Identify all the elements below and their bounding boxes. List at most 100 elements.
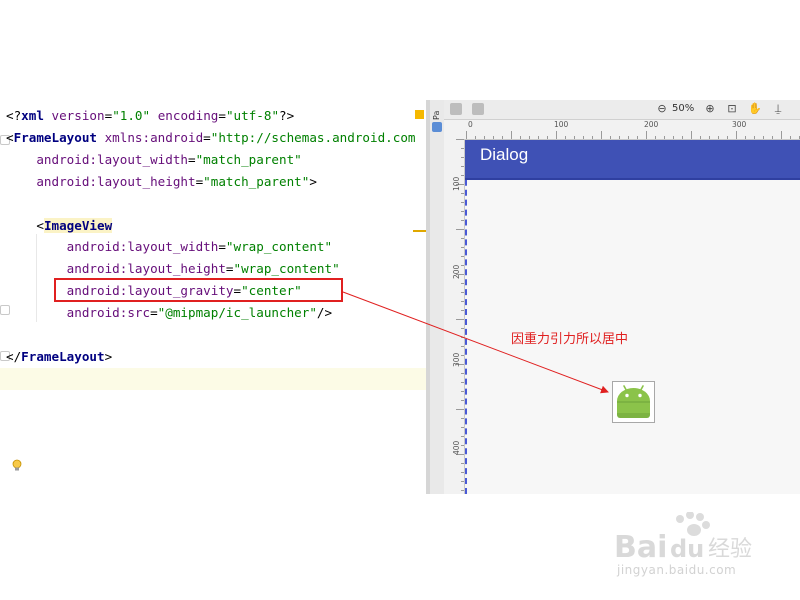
ruler-tick [461, 481, 464, 482]
ruler-tick [763, 136, 764, 139]
ruler-tick [461, 400, 464, 401]
ruler-tick [461, 472, 464, 473]
pan-hand-icon[interactable]: ✋ [748, 103, 762, 115]
code-line[interactable]: </FrameLayout> [6, 347, 112, 367]
code-line[interactable]: <FrameLayout xmlns:android="http://schem… [6, 128, 415, 148]
code-token: "match_parent" [195, 152, 302, 167]
ruler-tick [461, 445, 464, 446]
ruler-tick [736, 131, 737, 139]
ruler-tick [461, 220, 464, 221]
zoom-in-icon[interactable]: ⊕ [704, 103, 716, 115]
ruler-label: 0 [468, 120, 473, 129]
ruler-tick [461, 337, 464, 338]
ruler-tick [547, 136, 548, 139]
svg-text:经验: 经验 [708, 537, 752, 562]
blueprint-mode-icon[interactable] [472, 103, 484, 115]
code-token: xml [21, 108, 52, 123]
pin-icon[interactable]: ⍊ [772, 103, 784, 115]
code-token: FrameLayout [13, 130, 105, 145]
ruler-tick [529, 136, 530, 139]
ruler-tick [655, 136, 656, 139]
code-token: </ [6, 349, 22, 364]
code-token: android:layout_width [66, 239, 219, 254]
code-token: android:layout_height [36, 174, 196, 189]
ruler-tick [520, 136, 521, 139]
code-line[interactable]: android:layout_height="match_parent"> [6, 172, 317, 192]
code-token: "@mipmap/ic_launcher" [157, 305, 317, 320]
ruler-tick [461, 490, 464, 491]
warning-marker-icon[interactable] [415, 110, 424, 119]
device-preview-canvas[interactable] [465, 140, 800, 494]
palette-icon[interactable] [432, 122, 442, 132]
ruler-label: 200 [644, 120, 659, 129]
ruler-tick [461, 175, 464, 176]
ruler-tick [673, 136, 674, 139]
zoom-fit-icon[interactable]: ⊡ [726, 103, 738, 115]
code-line[interactable]: <ImageView [6, 216, 113, 236]
ruler-tick [745, 136, 746, 139]
ruler-tick [664, 136, 665, 139]
code-line[interactable]: android:layout_height="wrap_content" [6, 259, 340, 279]
design-mode-icon[interactable] [450, 103, 462, 115]
ruler-tick [456, 319, 464, 320]
ruler-tick [461, 238, 464, 239]
ruler-tick [461, 256, 464, 257]
ruler-tick [461, 391, 464, 392]
code-token: = [150, 305, 158, 320]
preview-toolbar: ⊖ ⊕ ⊡ ✋ ⍊ [444, 100, 800, 120]
code-line[interactable]: <?xml version="1.0" encoding="utf-8"?> [6, 106, 294, 126]
ruler-tick [619, 136, 620, 139]
code-line[interactable]: android:layout_width="match_parent" [6, 150, 302, 170]
app-bar-shadow [465, 178, 800, 180]
ruler-tick [790, 136, 791, 139]
ruler-tick [461, 328, 464, 329]
lightbulb-icon[interactable] [12, 459, 22, 473]
guide-marker [792, 176, 800, 178]
palette-side-tab[interactable] [430, 100, 445, 494]
ruler-tick [583, 136, 584, 139]
code-token: xmlns:android [104, 130, 204, 145]
code-token: "1.0" [112, 108, 151, 123]
ruler-tick [456, 229, 464, 230]
ruler-tick [461, 247, 464, 248]
ruler-label: 200 [452, 264, 461, 279]
code-line[interactable]: android:layout_width="wrap_content" [6, 237, 332, 257]
ruler-label: 100 [554, 120, 569, 129]
ruler-tick [628, 136, 629, 139]
zoom-out-icon[interactable]: ⊖ [656, 103, 668, 115]
ruler-tick [610, 136, 611, 139]
ruler-tick [461, 418, 464, 419]
svg-text:du: du [670, 535, 704, 563]
ruler-tick [691, 131, 692, 139]
code-token: > [309, 174, 317, 189]
ruler-tick [601, 131, 602, 139]
code-token: android:layout_height [66, 261, 226, 276]
ruler-tick [461, 373, 464, 374]
watermark-url: jingyan.baidu.com [617, 563, 737, 577]
palette-tab-label[interactable]: Pa [431, 104, 443, 120]
code-token: version [51, 108, 105, 123]
code-line[interactable]: android:src="@mipmap/ic_launcher"/> [6, 303, 332, 323]
ruler-tick [646, 131, 647, 139]
ruler-tick [556, 131, 557, 139]
code-token: android:layout_width [36, 152, 188, 167]
ruler-tick [772, 136, 773, 139]
ruler-tick [456, 139, 464, 140]
ruler-tick [700, 136, 701, 139]
ruler-tick [781, 131, 782, 139]
ruler-tick [461, 202, 464, 203]
android-robot-icon [613, 382, 654, 422]
horizontal-ruler: 0 100 200 300 [444, 120, 800, 140]
code-token: < [36, 218, 44, 233]
imageview-preview[interactable] [612, 381, 655, 423]
ruler-tick [637, 136, 638, 139]
ruler-tick [511, 131, 512, 139]
baidu-watermark-logo: Bai du 经验 [614, 512, 752, 565]
